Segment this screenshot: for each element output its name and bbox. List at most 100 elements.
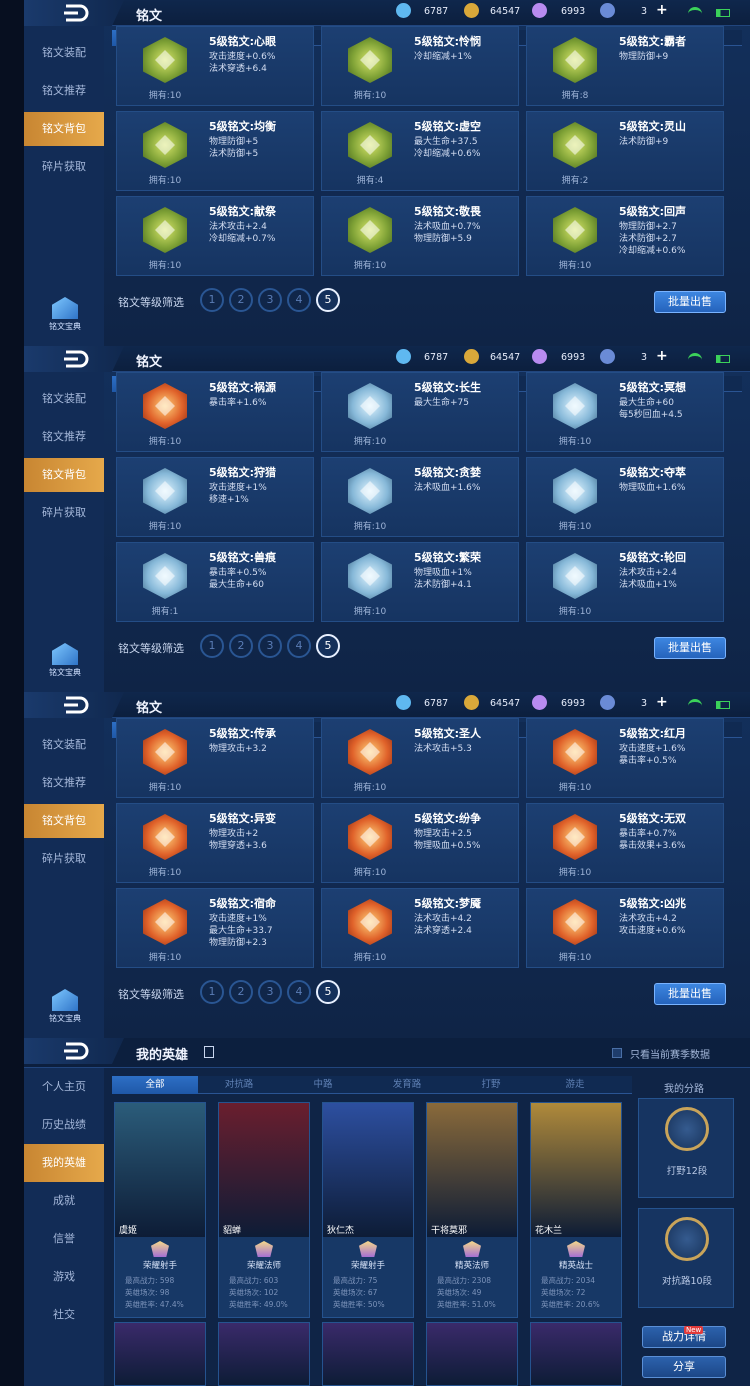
inscription-book-button[interactable]: 铭文宝典 — [46, 643, 84, 678]
inscription-card[interactable]: 5级铭文:宿命 攻击速度+1% 最大生命+33.7 物理防御+2.3 拥有:10 — [116, 888, 314, 968]
level-filter-2[interactable]: 2 — [229, 288, 253, 312]
back-button[interactable] — [24, 0, 124, 26]
lane-tab-0[interactable]: 全部 — [112, 1076, 198, 1094]
hero-card[interactable]: 花木兰 精英战士 最高战力: 2034 英雄场次: 72 英雄胜率: 20.6% — [530, 1102, 622, 1318]
inscription-card[interactable]: 5级铭文:祸源 暴击率+1.6% 拥有:10 — [116, 372, 314, 452]
inscription-card[interactable]: 5级铭文:无双 暴击率+0.7% 暴击效果+3.6% 拥有:10 — [526, 803, 724, 883]
inscription-card[interactable]: 5级铭文:长生 最大生命+75 拥有:10 — [321, 372, 519, 452]
inscription-card[interactable]: 5级铭文:纷争 物理攻击+2.5 物理吸血+0.5% 拥有:10 — [321, 803, 519, 883]
inscription-card[interactable]: 5级铭文:轮回 法术攻击+2.4 法术吸血+1% 拥有:10 — [526, 542, 724, 622]
inscription-card[interactable]: 5级铭文:凶兆 法术攻击+4.2 攻击速度+0.6% 拥有:10 — [526, 888, 724, 968]
inscription-stat: 物理攻击+3.2 — [209, 744, 267, 754]
hero-card[interactable] — [322, 1322, 414, 1386]
sidebar-item-1[interactable]: 铭文推荐 — [24, 420, 104, 454]
sidebar-item-3[interactable]: 碎片获取 — [24, 842, 104, 876]
lane-tab-4[interactable]: 打野 — [448, 1076, 534, 1094]
inscription-card[interactable]: 5级铭文:繁荣 物理吸血+1% 法术防御+4.1 拥有:10 — [321, 542, 519, 622]
hero-card[interactable] — [530, 1322, 622, 1386]
sidebar-item-1[interactable]: 铭文推荐 — [24, 766, 104, 800]
level-filter-5[interactable]: 5 — [316, 288, 340, 312]
profile-sidebar-item-3[interactable]: 成就 — [24, 1182, 104, 1220]
hero-card[interactable]: 虞姬 荣耀射手 最高战力: 598 英雄场次: 98 英雄胜率: 47.4% — [114, 1102, 206, 1318]
hero-card[interactable]: 貂蝉 荣耀法师 最高战力: 603 英雄场次: 102 英雄胜率: 49.0% — [218, 1102, 310, 1318]
list-icon[interactable] — [204, 1046, 214, 1058]
owned-count: 拥有:10 — [353, 261, 387, 271]
level-filter-1[interactable]: 1 — [200, 634, 224, 658]
back-button[interactable] — [24, 346, 124, 372]
sidebar-item-2[interactable]: 铭文背包 — [24, 804, 104, 838]
inscription-card[interactable]: 5级铭文:兽痕 暴击率+0.5% 最大生命+60 拥有:1 — [116, 542, 314, 622]
inscription-book-button[interactable]: 铭文宝典 — [46, 989, 84, 1024]
inscription-card[interactable]: 5级铭文:异变 物理攻击+2 物理穿透+3.6 拥有:10 — [116, 803, 314, 883]
hero-card[interactable] — [114, 1322, 206, 1386]
lane-tab-2[interactable]: 中路 — [280, 1076, 366, 1094]
inscription-card[interactable]: 5级铭文:虚空 最大生命+37.5 冷却缩减+0.6% 拥有:4 — [321, 111, 519, 191]
level-filter-5[interactable]: 5 — [316, 634, 340, 658]
lane-tab-5[interactable]: 游走 — [532, 1076, 618, 1094]
profile-sidebar-item-6[interactable]: 社交 — [24, 1296, 104, 1334]
lane-rank-jungle[interactable]: 打野12段 — [638, 1098, 734, 1198]
inscription-card[interactable]: 5级铭文:夺萃 物理吸血+1.6% 拥有:10 — [526, 457, 724, 537]
inscription-card[interactable]: 5级铭文:均衡 物理防御+5 法术防御+5 拥有:10 — [116, 111, 314, 191]
lane-tab-1[interactable]: 对抗路 — [196, 1076, 282, 1094]
batch-sell-button[interactable]: 批量出售 — [654, 291, 726, 313]
level-filter-1[interactable]: 1 — [200, 980, 224, 1004]
profile-sidebar-item-1[interactable]: 历史战绩 — [24, 1106, 104, 1144]
level-filter-5[interactable]: 5 — [316, 980, 340, 1004]
hero-card[interactable] — [218, 1322, 310, 1386]
level-filter-4[interactable]: 4 — [287, 980, 311, 1004]
inscription-card[interactable]: 5级铭文:贪婪 法术吸血+1.6% 拥有:10 — [321, 457, 519, 537]
lane-tab-3[interactable]: 发育路 — [364, 1076, 450, 1094]
sidebar-item-3[interactable]: 碎片获取 — [24, 150, 104, 184]
add-icon[interactable]: + — [656, 694, 668, 710]
profile-sidebar-item-2[interactable]: 我的英雄 — [24, 1144, 104, 1182]
profile-sidebar-item-5[interactable]: 游戏 — [24, 1258, 104, 1296]
profile-sidebar-item-4[interactable]: 信誉 — [24, 1220, 104, 1258]
inscription-card[interactable]: 5级铭文:回声 物理防御+2.7 法术防御+2.7 冷却缩减+0.6% 拥有:10 — [526, 196, 724, 276]
batch-sell-button[interactable]: 批量出售 — [654, 983, 726, 1005]
sidebar-item-0[interactable]: 铭文装配 — [24, 728, 104, 762]
inscription-card[interactable]: 5级铭文:灵山 法术防御+9 拥有:2 — [526, 111, 724, 191]
inscription-card[interactable]: 5级铭文:心眼 攻击速度+0.6% 法术穿透+6.4 拥有:10 — [116, 26, 314, 106]
inscription-card[interactable]: 5级铭文:圣人 法术攻击+5.3 拥有:10 — [321, 718, 519, 798]
inscription-card[interactable]: 5级铭文:传承 物理攻击+3.2 拥有:10 — [116, 718, 314, 798]
level-filter-3[interactable]: 3 — [258, 980, 282, 1004]
sidebar-item-0[interactable]: 铭文装配 — [24, 36, 104, 70]
inscription-card[interactable]: 5级铭文:红月 攻击速度+1.6% 暴击率+0.5% 拥有:10 — [526, 718, 724, 798]
inscription-card[interactable]: 5级铭文:怜悯 冷却缩减+1% 拥有:10 — [321, 26, 519, 106]
level-filter-3[interactable]: 3 — [258, 288, 282, 312]
back-button[interactable] — [24, 692, 124, 718]
level-filter-2[interactable]: 2 — [229, 634, 253, 658]
inscription-card[interactable]: 5级铭文:狩猎 攻击速度+1% 移速+1% 拥有:10 — [116, 457, 314, 537]
inscription-card[interactable]: 5级铭文:冥想 最大生命+60 每5秒回血+4.5 拥有:10 — [526, 372, 724, 452]
profile-sidebar-item-0[interactable]: 个人主页 — [24, 1068, 104, 1106]
inscription-card[interactable]: 5级铭文:敬畏 法术吸血+0.7% 物理防御+5.9 拥有:10 — [321, 196, 519, 276]
level-filter-3[interactable]: 3 — [258, 634, 282, 658]
sidebar-item-2[interactable]: 铭文背包 — [24, 112, 104, 146]
hero-card[interactable]: 狄仁杰 荣耀射手 最高战力: 75 英雄场次: 67 英雄胜率: 50% — [322, 1102, 414, 1318]
season-checkbox[interactable] — [612, 1048, 622, 1058]
share-button[interactable]: 分享 — [642, 1356, 726, 1378]
hero-stat: 英雄胜率: 51.0% — [437, 1300, 496, 1309]
level-filter-2[interactable]: 2 — [229, 980, 253, 1004]
inscription-card[interactable]: 5级铭文:梦魇 法术攻击+4.2 法术穿透+2.4 拥有:10 — [321, 888, 519, 968]
sidebar-item-0[interactable]: 铭文装配 — [24, 382, 104, 416]
lane-rank-top[interactable]: 对抗路10段 — [638, 1208, 734, 1308]
inscription-card[interactable]: 5级铭文:献祭 法术攻击+2.4 冷却缩减+0.7% 拥有:10 — [116, 196, 314, 276]
level-filter-4[interactable]: 4 — [287, 634, 311, 658]
level-filter-1[interactable]: 1 — [200, 288, 224, 312]
hero-card[interactable] — [426, 1322, 518, 1386]
batch-sell-button[interactable]: 批量出售 — [654, 637, 726, 659]
add-icon[interactable]: + — [656, 348, 668, 364]
level-filter-4[interactable]: 4 — [287, 288, 311, 312]
add-icon[interactable]: + — [656, 2, 668, 18]
sidebar-item-2[interactable]: 铭文背包 — [24, 458, 104, 492]
inscription-name: 5级铭文:均衡 — [209, 120, 277, 133]
hero-card[interactable]: 干将莫邪 精英法师 最高战力: 2308 英雄场次: 49 英雄胜率: 51.0% — [426, 1102, 518, 1318]
inscription-icon — [143, 553, 187, 599]
sidebar-item-3[interactable]: 碎片获取 — [24, 496, 104, 530]
inscription-book-button[interactable]: 铭文宝典 — [46, 297, 84, 332]
back-button[interactable] — [24, 1038, 124, 1064]
inscription-card[interactable]: 5级铭文:霸者 物理防御+9 拥有:8 — [526, 26, 724, 106]
sidebar-item-1[interactable]: 铭文推荐 — [24, 74, 104, 108]
